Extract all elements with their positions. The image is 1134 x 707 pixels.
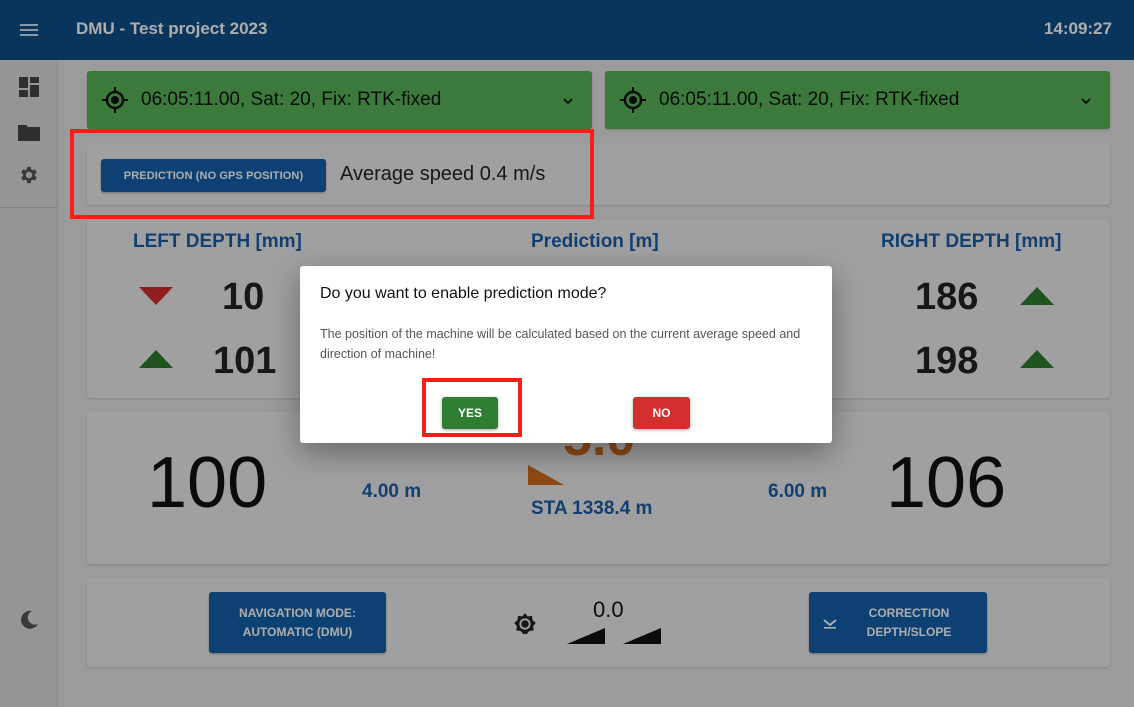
dialog-message: The position of the machine will be calc… [320, 327, 801, 361]
dialog-title: Do you want to enable prediction mode? [320, 285, 607, 302]
no-button[interactable]: NO [633, 397, 690, 429]
prediction-dialog: Do you want to enable prediction mode? T… [300, 266, 832, 443]
highlight-box [422, 378, 522, 437]
highlight-box [70, 129, 594, 219]
